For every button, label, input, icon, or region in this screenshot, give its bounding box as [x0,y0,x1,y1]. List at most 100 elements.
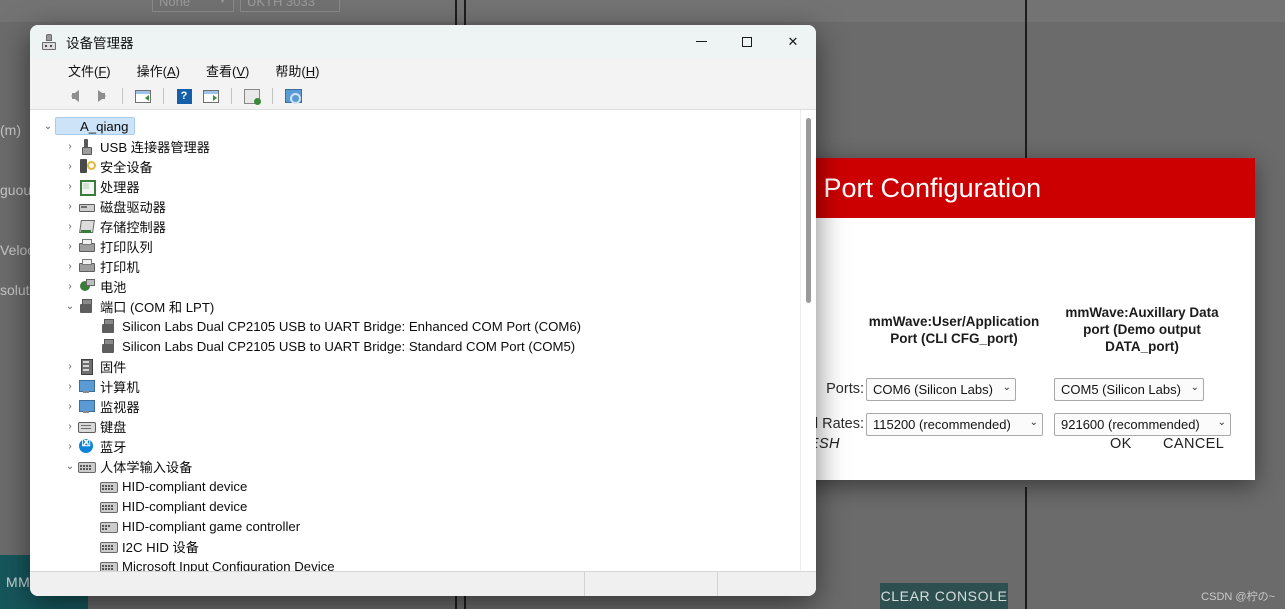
tree-item-hid-2[interactable]: HID-compliant device [30,496,800,516]
chevron-right-icon[interactable]: › [62,381,78,392]
tree-item-label: Silicon Labs Dual CP2105 USB to UART Bri… [122,318,582,334]
tree-item-bluetooth[interactable]: › 蓝牙 [30,436,800,456]
device-manager-icon [41,33,57,50]
tree-item-com5[interactable]: Silicon Labs Dual CP2105 USB to UART Bri… [30,336,800,356]
tree-item-content: USB 连接器管理器 [78,137,210,156]
chevron-right-icon[interactable]: › [62,441,78,452]
background-divider [1025,487,1027,609]
tree-item-hid-1[interactable]: HID-compliant device [30,476,800,496]
tree-item-label: 监视器 [100,399,140,415]
hid-icon [100,538,118,554]
update-driver-icon[interactable] [282,86,304,106]
tree-item-battery[interactable]: › 电池 [30,276,800,296]
chevron-right-icon[interactable]: › [62,401,78,412]
usb-icon [78,138,94,155]
cancel-button[interactable]: CANCEL [1163,436,1224,452]
cfg-port-select-value: COM6 (Silicon Labs) [873,382,993,397]
tree-item-label: A_qiang [80,118,129,134]
tree-item-label: Silicon Labs Dual CP2105 USB to UART Bri… [122,338,576,354]
tree-item-firmware[interactable]: › 固件 [30,356,800,376]
printer-icon [78,238,95,254]
tree-item-printers[interactable]: › 打印机 [30,256,800,276]
chevron-right-icon[interactable]: › [62,221,78,232]
maximize-button[interactable] [724,25,770,58]
tree-item-i2c-hid[interactable]: I2C HID 设备 [30,536,800,556]
clear-console-button[interactable]: CLEAR CONSOLE [880,583,1008,609]
chevron-right-icon[interactable]: › [62,241,78,252]
tree-item-label: 蓝牙 [100,439,127,455]
chevron-right-icon[interactable]: › [62,421,78,432]
data-port-select[interactable]: COM5 (Silicon Labs) ⌄ [1054,378,1204,401]
chevron-right-icon[interactable]: › [62,141,78,152]
tree-item-ports[interactable]: ⌄ 端口 (COM 和 LPT) [30,296,800,316]
tree-item-monitors[interactable]: › 监视器 [30,396,800,416]
chevron-right-icon[interactable]: › [62,281,78,292]
chevron-down-icon[interactable]: ⌄ [40,121,56,132]
tree-item-computer[interactable]: › 计算机 [30,376,800,396]
minimize-button[interactable] [678,25,724,58]
tree-item-disk-drives[interactable]: › 磁盘驱动器 [30,196,800,216]
show-hidden-panel-icon[interactable] [200,86,222,106]
tree-item-content: 磁盘驱动器 [78,197,166,216]
back-arrow-icon[interactable] [64,86,86,106]
tree-item-label: 存储控制器 [100,219,166,235]
watermark: CSDN @柠の~ [1201,591,1275,603]
tree-item-label: HID-compliant device [122,498,248,514]
vertical-scrollbar[interactable] [800,110,816,571]
bt-icon [78,437,94,454]
hid-icon [100,558,118,571]
tree-item-com6[interactable]: Silicon Labs Dual CP2105 USB to UART Bri… [30,316,800,336]
tree-item-storage[interactable]: › 存储控制器 [30,216,800,236]
tree-item-usb-conn[interactable]: › USB 连接器管理器 [30,136,800,156]
chevron-down-icon[interactable]: ⌄ [62,301,78,312]
tree-item-label: USB 连接器管理器 [100,139,210,155]
chevron-right-icon[interactable]: › [62,261,78,272]
scan-hardware-changes-icon[interactable] [241,86,263,106]
properties-panel-icon[interactable] [132,86,154,106]
tree-item-root[interactable]: ⌄ A_qiang [30,116,800,136]
window-title: 设备管理器 [66,35,134,51]
help-icon[interactable]: ? [173,86,195,106]
tree-item-print-queue[interactable]: › 打印队列 [30,236,800,256]
device-manager-titlebar: 设备管理器 ✕ [30,25,816,58]
ok-button[interactable]: OK [1110,436,1132,452]
menu-bar: 文件(F) 操作(A) 查看(V) 帮助(H) [30,58,816,83]
menu-help[interactable]: 帮助(H) [275,61,319,80]
tree-item-label: 打印队列 [100,239,153,255]
menu-view[interactable]: 查看(V) [206,61,249,80]
chevron-down-icon: ⌄ [1002,382,1011,393]
chevron-right-icon[interactable]: › [62,161,78,172]
menu-action[interactable]: 操作(A) [137,61,180,80]
tree-item-content: 打印队列 [78,237,153,256]
chevron-right-icon[interactable]: › [62,181,78,192]
tree-item-content: 计算机 [78,377,140,396]
chevron-right-icon[interactable]: › [62,201,78,212]
tree-item-content: HID-compliant game controller [100,518,300,534]
tree-item-label: HID-compliant device [122,478,248,494]
tree-item-content: Silicon Labs Dual CP2105 USB to UART Bri… [100,318,581,334]
forward-arrow-icon[interactable] [91,86,113,106]
tree-item-security[interactable]: › 安全设备 [30,156,800,176]
background-numeric-field-value: UKTH 3033 [247,0,315,9]
cpu-icon [78,178,96,196]
tree-item-hid-game[interactable]: HID-compliant game controller [30,516,800,536]
tree-item-processor[interactable]: › 处理器 [30,176,800,196]
tree-item-ms-input[interactable]: Microsoft Input Configuration Device [30,556,800,571]
hid ico-hid-game-icon [100,518,118,534]
menu-file[interactable]: 文件(F) [68,61,111,80]
fw-icon [78,358,94,375]
vertical-scrollbar-thumb[interactable] [806,118,811,303]
port-icon [78,298,94,314]
background-numeric-field[interactable]: UKTH 3033 [240,0,340,12]
chevron-down-icon[interactable]: ⌄ [62,461,78,472]
cfg-port-select[interactable]: COM6 (Silicon Labs) ⌄ [866,378,1016,401]
background-label: soluti [0,282,33,298]
hid-icon [100,498,118,514]
tree-item-hid[interactable]: ⌄ 人体学输入设备 [30,456,800,476]
tree-item-keyboards[interactable]: › 键盘 [30,416,800,436]
tree-item-content: HID-compliant device [100,498,247,514]
background-none-dropdown[interactable]: None ▼ [152,0,234,12]
close-button[interactable]: ✕ [770,25,816,58]
chevron-down-icon: ⌄ [1190,382,1199,393]
chevron-right-icon[interactable]: › [62,361,78,372]
